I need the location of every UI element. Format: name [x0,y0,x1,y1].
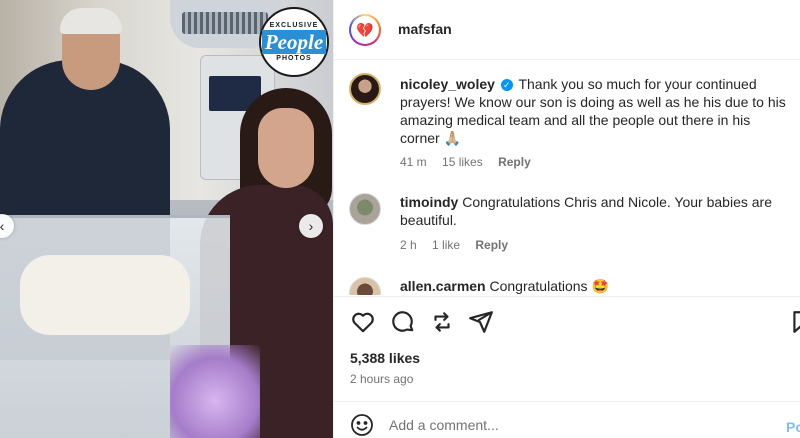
action-bar [334,296,800,348]
post-panel: 💔 mafsfan nicoley_woley ✓ Thank you so m… [333,0,800,438]
post-comment-button[interactable]: Post [786,419,800,435]
comment-text: Congratulations 🤩 [489,278,609,294]
people-exclusive-badge: EXCLUSIVE People PHOTOS [259,7,329,77]
author-username[interactable]: mafsfan [398,21,452,37]
post-header: 💔 mafsfan [334,0,800,60]
chevron-right-icon: › [308,218,314,234]
woman-head [258,108,314,188]
man-cap [60,8,122,34]
comment-time: 41 m [400,155,427,169]
comment-username[interactable]: nicoley_woley [400,76,495,92]
broken-heart-icon: 💔 [351,16,379,44]
reply-button[interactable]: Reply [475,238,508,252]
next-photo-button[interactable]: › [299,214,323,238]
comment-likes[interactable]: 1 like [432,238,460,252]
share-icon[interactable] [429,309,455,335]
comment-likes[interactable]: 15 likes [442,155,483,169]
comments-list[interactable]: nicoley_woley ✓ Thank you so much for yo… [334,61,800,295]
commenter-avatar[interactable] [349,277,381,295]
heart-icon[interactable] [350,309,376,335]
post-timestamp[interactable]: 2 hours ago [350,372,413,386]
baby-blanket [20,255,190,335]
commenter-avatar[interactable] [349,193,381,225]
badge-top-text: EXCLUSIVE [269,22,319,29]
comment-input[interactable] [389,410,759,438]
bookmark-icon[interactable] [789,309,800,335]
comment-meta: 2 h 1 like Reply [400,238,520,252]
badge-bottom-text: PHOTOS [276,55,312,62]
send-icon[interactable] [468,309,494,335]
comment-meta: 41 m 15 likes Reply [400,155,543,169]
floor-light [170,345,260,438]
comment-time: 2 h [400,238,417,252]
chevron-left-icon: ‹ [0,218,5,234]
likes-count[interactable]: 5,388 likes [350,350,420,366]
post-photo[interactable]: EXCLUSIVE People PHOTOS ‹ › [0,0,333,438]
reply-button[interactable]: Reply [498,155,531,169]
comment-body: allen.carmen Congratulations 🤩 [400,277,790,295]
commenter-avatar[interactable] [349,73,381,105]
smiley-icon[interactable] [350,413,374,437]
author-avatar[interactable]: 💔 [349,14,381,46]
people-logo: People [261,30,327,54]
comment-body: timoindy Congratulations Chris and Nicol… [400,193,790,229]
verified-badge-icon: ✓ [500,79,513,91]
comment-username[interactable]: allen.carmen [400,278,486,294]
comment-icon[interactable] [390,309,416,335]
comment-body: nicoley_woley ✓ Thank you so much for yo… [400,75,790,147]
comment-username[interactable]: timoindy [400,194,458,210]
add-comment-bar: Post [334,401,800,438]
